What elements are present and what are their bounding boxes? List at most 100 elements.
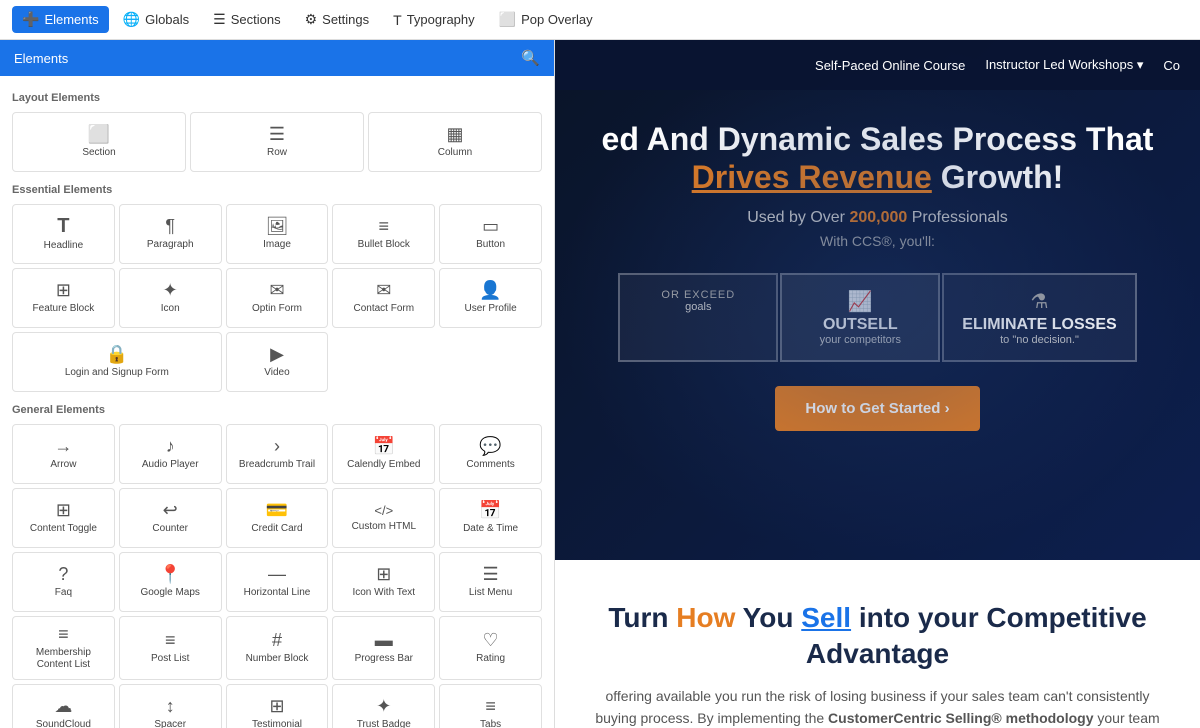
element-google-maps[interactable]: 📍 Google Maps bbox=[119, 552, 222, 612]
eliminate-icon: ⚗ bbox=[962, 289, 1116, 314]
element-content-toggle[interactable]: ⊞ Content Toggle bbox=[12, 488, 115, 548]
element-post-list[interactable]: ≡ Post List bbox=[119, 616, 222, 680]
nav-typography[interactable]: T Typography bbox=[383, 7, 485, 33]
element-contact-form[interactable]: ✉ Contact Form bbox=[332, 268, 435, 328]
element-row[interactable]: ☰ Row bbox=[190, 112, 364, 172]
column-label: Column bbox=[438, 147, 472, 159]
element-image[interactable]: 🖼 Image bbox=[226, 204, 329, 264]
html-icon: </> bbox=[374, 504, 393, 517]
element-icon-with-text[interactable]: ⊞ Icon With Text bbox=[332, 552, 435, 612]
element-audio-player[interactable]: ♪ Audio Player bbox=[119, 424, 222, 484]
eliminate-sub: to "no decision." bbox=[962, 334, 1116, 346]
element-faq[interactable]: ? Faq bbox=[12, 552, 115, 612]
element-column[interactable]: ▦ Column bbox=[368, 112, 542, 172]
nav-sections[interactable]: ☰ Sections bbox=[203, 6, 290, 33]
nav-pop-overlay[interactable]: ⬜ Pop Overlay bbox=[489, 6, 603, 33]
credit-card-icon: 💳 bbox=[266, 501, 288, 519]
gear-icon: ⚙ bbox=[305, 11, 318, 28]
element-rating[interactable]: ♡ Rating bbox=[439, 616, 542, 680]
audio-icon: ♪ bbox=[166, 437, 175, 455]
preview-navigation: Self-Paced Online Course Instructor Led … bbox=[555, 40, 1200, 90]
comments-icon: 💬 bbox=[479, 437, 501, 455]
element-comments[interactable]: 💬 Comments bbox=[439, 424, 542, 484]
element-testimonial[interactable]: ⊞ Testimonial bbox=[226, 684, 329, 728]
trust-badge-icon: ✦ bbox=[376, 697, 391, 715]
optin-icon: ✉ bbox=[269, 281, 284, 299]
element-headline[interactable]: T Headline bbox=[12, 204, 115, 264]
outsell-icon: 📈 bbox=[800, 289, 920, 314]
element-section[interactable]: ⬜ Section bbox=[12, 112, 186, 172]
element-bullet-block[interactable]: ≡ Bullet Block bbox=[332, 204, 435, 264]
faq-icon: ? bbox=[58, 565, 68, 583]
element-date-time[interactable]: 📅 Date & Time bbox=[439, 488, 542, 548]
nav-globals[interactable]: 🌐 Globals bbox=[113, 6, 200, 33]
element-number-block[interactable]: # Number Block bbox=[226, 616, 329, 680]
element-breadcrumb[interactable]: › Breadcrumb Trail bbox=[226, 424, 329, 484]
hline-icon: — bbox=[268, 565, 286, 583]
section-icon: ⬜ bbox=[88, 125, 110, 143]
search-icon[interactable]: 🔍 bbox=[521, 49, 540, 67]
how-text: How bbox=[676, 602, 735, 633]
cta-button[interactable]: How to Get Started › bbox=[775, 386, 979, 431]
general-section-title: General Elements bbox=[12, 404, 542, 416]
contact-form-icon: ✉ bbox=[376, 281, 391, 299]
testimonial-icon: ⊞ bbox=[269, 697, 284, 715]
nav-settings[interactable]: ⚙ Settings bbox=[295, 6, 380, 33]
second-title: Turn How You Sell into your Competitive … bbox=[595, 600, 1160, 673]
preview-nav-co[interactable]: Co bbox=[1163, 58, 1180, 73]
element-user-profile[interactable]: 👤 User Profile bbox=[439, 268, 542, 328]
element-tabs[interactable]: ≡ Tabs bbox=[439, 684, 542, 728]
element-optin-form[interactable]: ✉ Optin Form bbox=[226, 268, 329, 328]
element-membership-content[interactable]: ≡ Membership Content List bbox=[12, 616, 115, 680]
preview-nav-self-paced[interactable]: Self-Paced Online Course bbox=[815, 58, 965, 73]
feature-box-exceed: OR EXCEED goals bbox=[618, 273, 778, 362]
overlay-icon: ⬜ bbox=[499, 11, 516, 28]
element-credit-card[interactable]: 💳 Credit Card bbox=[226, 488, 329, 548]
element-arrow[interactable]: → Arrow bbox=[12, 424, 115, 484]
element-button[interactable]: ▭ Button bbox=[439, 204, 542, 264]
element-login-signup[interactable]: 🔒 Login and Signup Form bbox=[12, 332, 222, 392]
rating-icon: ♡ bbox=[483, 631, 499, 649]
hero-sub2: With CCS®, you'll: bbox=[595, 233, 1160, 249]
element-list-menu[interactable]: ☰ List Menu bbox=[439, 552, 542, 612]
elements-panel: Elements 🔍 Layout Elements ⬜ Section ☰ R… bbox=[0, 40, 555, 728]
element-spacer[interactable]: ↕ Spacer bbox=[119, 684, 222, 728]
nav-elements[interactable]: ➕ Elements bbox=[12, 6, 109, 33]
essential-section-title: Essential Elements bbox=[12, 184, 542, 196]
sell-text: Sell bbox=[801, 602, 851, 633]
membership-icon: ≡ bbox=[58, 625, 69, 643]
main-layout: Elements 🔍 Layout Elements ⬜ Section ☰ R… bbox=[0, 40, 1200, 728]
number-icon: # bbox=[272, 631, 282, 649]
element-video[interactable]: ▶ Video bbox=[226, 332, 329, 392]
panel-content: Layout Elements ⬜ Section ☰ Row ▦ Column… bbox=[0, 76, 554, 728]
element-paragraph[interactable]: ¶ Paragraph bbox=[119, 204, 222, 264]
row-label: Row bbox=[267, 147, 287, 159]
datetime-icon: 📅 bbox=[479, 501, 501, 519]
preview-nav-instructor[interactable]: Instructor Led Workshops bbox=[985, 57, 1143, 73]
icon-icon: ✦ bbox=[163, 281, 178, 299]
spacer-icon: ↕ bbox=[166, 697, 175, 715]
element-trust-badge[interactable]: ✦ Trust Badge bbox=[332, 684, 435, 728]
element-counter[interactable]: ↩ Counter bbox=[119, 488, 222, 548]
plus-icon: ➕ bbox=[22, 11, 39, 28]
second-section: Turn How You Sell into your Competitive … bbox=[555, 560, 1200, 728]
video-icon: ▶ bbox=[270, 345, 284, 363]
login-icon: 🔒 bbox=[106, 345, 128, 363]
counter-icon: ↩ bbox=[163, 501, 178, 519]
panel-title: Elements bbox=[14, 51, 68, 66]
tabs-icon: ≡ bbox=[485, 697, 496, 715]
element-custom-html[interactable]: </> Custom HTML bbox=[332, 488, 435, 548]
sections-icon: ☰ bbox=[213, 11, 226, 28]
element-feature-block[interactable]: ⊞ Feature Block bbox=[12, 268, 115, 328]
feature-block-icon: ⊞ bbox=[56, 281, 71, 299]
element-progress-bar[interactable]: ▬ Progress Bar bbox=[332, 616, 435, 680]
maps-icon: 📍 bbox=[159, 565, 181, 583]
element-calendly[interactable]: 📅 Calendly Embed bbox=[332, 424, 435, 484]
button-icon: ▭ bbox=[482, 217, 499, 235]
icon-text-icon: ⊞ bbox=[376, 565, 391, 583]
bullet-icon: ≡ bbox=[379, 217, 390, 235]
element-soundcloud[interactable]: ☁ SoundCloud bbox=[12, 684, 115, 728]
element-horizontal-line[interactable]: — Horizontal Line bbox=[226, 552, 329, 612]
hero-title-highlight: Drives Revenue bbox=[692, 159, 932, 195]
element-icon[interactable]: ✦ Icon bbox=[119, 268, 222, 328]
